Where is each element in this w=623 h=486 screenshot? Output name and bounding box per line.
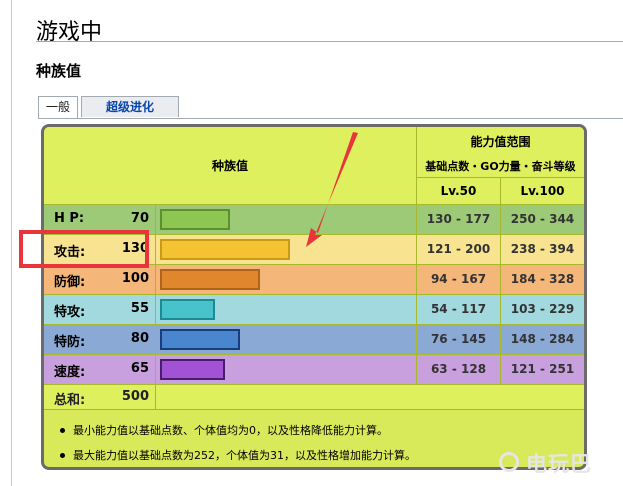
- total-value: 500: [121, 389, 149, 404]
- range-lv100: 148 - 284: [510, 332, 575, 346]
- base-stats-header: 种族值: [44, 127, 416, 204]
- total-row: 总和: 500: [44, 385, 584, 409]
- range-lv50: 63 - 128: [430, 362, 487, 376]
- tab-divider: [38, 118, 623, 119]
- stat-label: 特攻:: [54, 305, 86, 320]
- stat-row: 速度: 65 63 - 128 121 - 251: [44, 355, 584, 384]
- stat-bar: [160, 269, 260, 290]
- stat-label: H P:: [54, 211, 85, 226]
- range-lv50: 130 - 177: [426, 212, 491, 226]
- lv50-header: Lv.50: [417, 178, 500, 204]
- range-subheader: 基础点数・GO力量・奋斗等级: [417, 155, 584, 177]
- note-min-text: 最小能力值以基础点数、个体值均为0，以及性格降低能力计算。: [73, 424, 388, 437]
- stat-value: 100: [121, 271, 149, 286]
- stat-row: 特攻: 55 54 - 117 103 - 229: [44, 295, 584, 324]
- watermark-text: 电玩巴: [526, 452, 592, 476]
- total-label: 总和:: [54, 393, 86, 408]
- range-lv100: 250 - 344: [510, 212, 575, 226]
- heading-divider: [36, 41, 623, 42]
- stat-value: 65: [130, 361, 149, 376]
- subsection-heading: 种族值: [36, 62, 82, 80]
- stat-bar: [160, 209, 230, 230]
- note-item: 最大能力值以基础点数为252，个体值为31，以及性格增加能力计算。: [60, 447, 416, 463]
- stat-bar: [160, 239, 290, 260]
- range-lv50: 94 - 167: [430, 272, 487, 286]
- watermark-logo-icon: [499, 452, 519, 472]
- range-lv50: 121 - 200: [426, 242, 491, 256]
- range-lv100: 184 - 328: [510, 272, 575, 286]
- stat-bar: [160, 359, 225, 380]
- stat-bar: [160, 299, 215, 320]
- lv100-header: Lv.100: [501, 178, 584, 204]
- stat-value: 70: [130, 211, 149, 226]
- base-stats-table: 种族值 能力值范围 基础点数・GO力量・奋斗等级 Lv.50 Lv.100 H …: [41, 124, 587, 470]
- stat-label: 速度:: [54, 365, 86, 380]
- content-left-border: [11, 0, 12, 486]
- range-lv50: 54 - 117: [430, 302, 487, 316]
- stat-label: 特防:: [54, 335, 86, 350]
- stat-row: 防御: 100 94 - 167 184 - 328: [44, 265, 584, 294]
- tab-mega-evolution[interactable]: 超级进化: [81, 96, 179, 117]
- range-lv100: 238 - 394: [510, 242, 575, 256]
- note-item: 最小能力值以基础点数、个体值均为0，以及性格降低能力计算。: [60, 422, 388, 438]
- attack-highlight-box: [19, 230, 149, 268]
- range-lv50: 76 - 145: [430, 332, 487, 346]
- stat-value: 55: [130, 301, 149, 316]
- stat-bar: [160, 329, 240, 350]
- range-header: 能力值范围: [417, 127, 584, 155]
- note-max-text: 最大能力值以基础点数为252，个体值为31，以及性格增加能力计算。: [73, 449, 416, 462]
- stat-row: 特防: 80 76 - 145 148 - 284: [44, 325, 584, 354]
- range-lv100: 103 - 229: [510, 302, 575, 316]
- stat-label: 防御:: [54, 275, 86, 290]
- tab-general[interactable]: 一般: [38, 96, 78, 119]
- stat-value: 80: [130, 331, 149, 346]
- range-lv100: 121 - 251: [510, 362, 575, 376]
